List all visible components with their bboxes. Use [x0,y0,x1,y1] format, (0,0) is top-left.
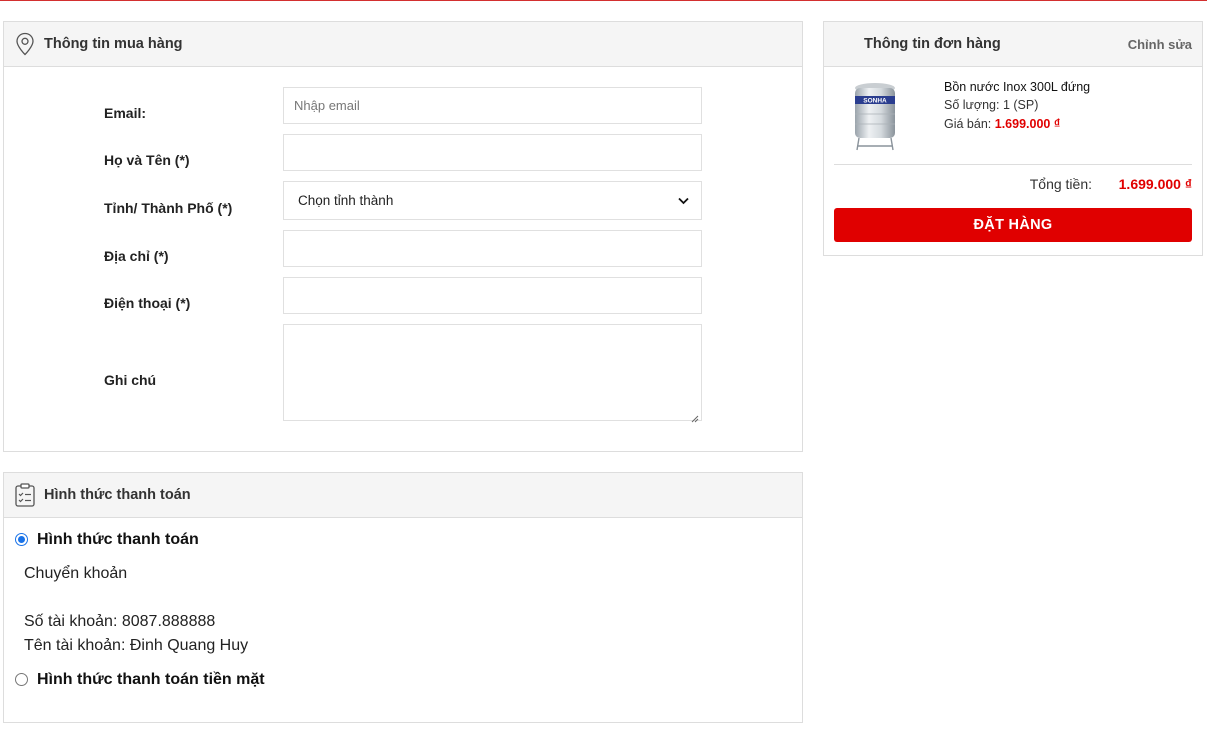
city-select-value: Chọn tỉnh thành [298,193,394,208]
email-field[interactable] [283,87,702,124]
payment-header: Hình thức thanh toán [4,473,802,518]
price-value: 1.699.000 ₫ [994,117,1061,131]
chevron-down-icon [678,193,689,208]
order-summary-header: Thông tin đơn hàng Chỉnh sửa [824,22,1202,67]
city-label: Tỉnh/ Thành Phố (*) [104,200,233,216]
payment-transfer-label[interactable]: Hình thức thanh toán [37,531,199,549]
phone-label: Điện thoại (*) [104,295,191,311]
price-label: Giá bán: [944,117,992,131]
transfer-text: Chuyển khoản [24,565,128,582]
buyer-info-panel: Thông tin mua hàng Email: Họ và Tên (*) … [3,21,803,452]
city-select[interactable]: Chọn tỉnh thành [283,181,702,220]
full-name-label: Họ và Tên (*) [104,152,190,168]
payment-cash-radio[interactable] [15,673,28,686]
payment-cash-label[interactable]: Hình thức thanh toán tiền mặt [37,671,265,689]
product-brand-text: SONHA [863,98,887,105]
note-textarea[interactable] [283,324,702,423]
full-name-field[interactable] [283,134,702,171]
order-summary-panel: Thông tin đơn hàng Chỉnh sửa SONHA Bồn n… [823,21,1203,256]
order-divider [834,164,1192,165]
resize-handle-icon[interactable] [691,410,699,423]
payment-transfer-radio[interactable] [15,533,28,546]
address-label: Địa chỉ (*) [104,248,169,264]
product-price: Giá bán: 1.699.000 ₫ [944,117,1060,131]
total-label: Tổng tiền: [1029,176,1092,192]
product-image[interactable]: SONHA [844,80,906,152]
account-name-text: Tên tài khoản: Đinh Quang Huy [24,637,249,654]
edit-order-link[interactable]: Chỉnh sửa [1128,37,1192,52]
clipboard-list-icon [14,482,36,508]
location-pin-icon [14,31,36,57]
phone-field[interactable] [283,277,702,314]
order-summary-title: Thông tin đơn hàng [864,36,1001,52]
total-value: 1.699.000 ₫ [1118,176,1192,192]
account-number-text: Số tài khoản: 8087.888888 [24,613,216,630]
payment-title: Hình thức thanh toán [44,487,191,503]
email-label: Email: [104,105,147,121]
payment-method-panel: Hình thức thanh toán Hình thức thanh toá… [3,472,803,723]
buyer-info-header: Thông tin mua hàng [4,22,802,67]
product-quantity: Số lượng: 1 (SP) [944,98,1039,112]
top-accent-line [0,0,1207,1]
place-order-button[interactable]: ĐẶT HÀNG [834,208,1192,242]
buyer-info-title: Thông tin mua hàng [44,36,183,52]
address-field[interactable] [283,230,702,267]
note-label: Ghi chú [104,372,157,388]
product-name[interactable]: Bồn nước Inox 300L đứng [944,80,1090,94]
